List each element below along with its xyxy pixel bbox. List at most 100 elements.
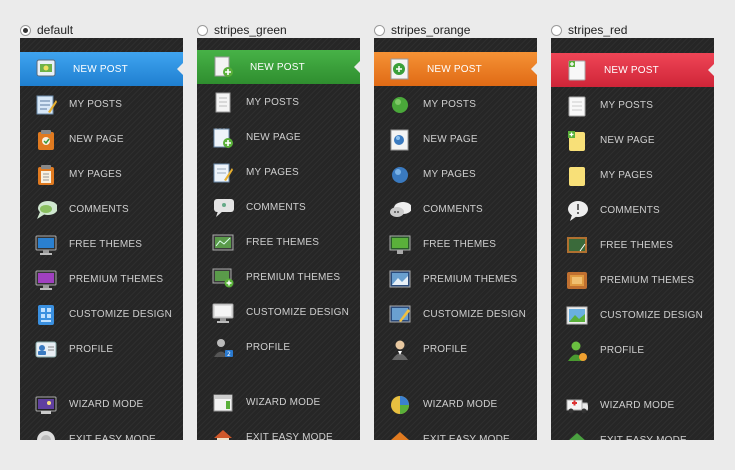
alert-bubble-icon bbox=[566, 200, 588, 222]
theme-name: stripes_red bbox=[568, 23, 628, 37]
menu-item-new-post[interactable]: NEW POST bbox=[197, 50, 360, 84]
edit-screen-icon bbox=[389, 304, 411, 326]
speech-bubble-icon bbox=[212, 197, 234, 219]
landscape-frame-icon bbox=[566, 305, 588, 327]
radio-button[interactable] bbox=[197, 24, 208, 36]
exit-icon bbox=[35, 429, 57, 440]
menu-item-premium-themes[interactable]: PREMIUM THEMES bbox=[197, 260, 360, 295]
home-icon bbox=[566, 430, 588, 440]
menu-label: CUSTOMIZE DESIGN bbox=[69, 309, 173, 320]
menu-item-exit-easy-mode[interactable]: EXIT EASY MODE bbox=[197, 420, 360, 440]
menu-item-my-pages[interactable]: MY PAGES bbox=[20, 157, 183, 192]
theme-option-default[interactable]: default bbox=[20, 21, 73, 39]
menu-item-comments[interactable]: COMMENTS bbox=[551, 193, 714, 228]
menu-label: WIZARD MODE bbox=[423, 399, 498, 410]
home-icon bbox=[212, 427, 234, 440]
menu-item-premium-themes[interactable]: PREMIUM THEMES bbox=[374, 262, 537, 297]
menu-item-free-themes[interactable]: FREE THEMES bbox=[551, 228, 714, 263]
menu-label: NEW PAGE bbox=[423, 134, 478, 145]
document-icon bbox=[212, 92, 234, 114]
theme-name: default bbox=[37, 23, 74, 37]
radio-button[interactable] bbox=[374, 24, 385, 36]
menu-item-comments[interactable]: COMMENTS bbox=[197, 190, 360, 225]
menu-item-new-post[interactable]: NEW POST bbox=[20, 52, 183, 86]
menu-item-my-posts[interactable]: MY POSTS bbox=[20, 87, 183, 122]
svg-text:2: 2 bbox=[227, 351, 231, 358]
menu-item-profile[interactable]: PROFILE bbox=[20, 332, 183, 367]
menu-label: FREE THEMES bbox=[600, 240, 674, 251]
menu-item-my-posts[interactable]: MY POSTS bbox=[551, 88, 714, 123]
edit-posts-icon bbox=[35, 94, 57, 116]
menu-item-wizard-mode[interactable]: WIZARD MODE bbox=[20, 387, 183, 422]
menu-label: MY POSTS bbox=[246, 97, 300, 108]
menu-item-premium-themes[interactable]: PREMIUM THEMES bbox=[551, 263, 714, 298]
menu-label: PROFILE bbox=[246, 342, 291, 353]
menu-item-my-posts[interactable]: MY POSTS bbox=[374, 87, 537, 122]
menu-item-free-themes[interactable]: FREE THEMES bbox=[197, 225, 360, 260]
menu-item-customize-design[interactable]: CUSTOMIZE DESIGN bbox=[374, 297, 537, 332]
menu-label: PREMIUM THEMES bbox=[423, 274, 518, 285]
menu-item-profile[interactable]: PROFILE bbox=[551, 333, 714, 368]
menu-label: PREMIUM THEMES bbox=[600, 275, 695, 286]
theme-name: stripes_orange bbox=[391, 23, 471, 37]
menu-item-exit-easy-mode[interactable]: EXIT EASY MODE bbox=[374, 422, 537, 440]
menu-item-new-page[interactable]: NEW PAGE bbox=[20, 122, 183, 157]
radio-button[interactable] bbox=[551, 24, 562, 36]
sidebar-preview: NEW POST MY POSTS NEW PAGE MY PAGES COMM… bbox=[20, 38, 183, 440]
menu-item-new-page[interactable]: NEW PAGE bbox=[374, 122, 537, 157]
menu-item-my-pages[interactable]: MY PAGES bbox=[374, 157, 537, 192]
theme-stripes-orange: stripes_orange NEW POST MY POSTS NEW PAG… bbox=[374, 0, 537, 470]
menu-label: NEW PAGE bbox=[600, 135, 655, 146]
menu-item-comments[interactable]: COMMENTS bbox=[20, 192, 183, 227]
speech-bubble-icon bbox=[35, 199, 57, 221]
document-icon bbox=[566, 95, 588, 117]
menu-label: PREMIUM THEMES bbox=[69, 274, 164, 285]
theme-default: default NEW POST MY POSTS NEW PAGE MY PA… bbox=[20, 0, 183, 470]
theme-stripes-green: stripes_green NEW POST MY POSTS NEW PAGE… bbox=[197, 0, 360, 470]
menu-label: NEW POST bbox=[427, 63, 482, 75]
menu-label: NEW POST bbox=[73, 63, 128, 75]
add-document-icon bbox=[212, 56, 234, 78]
menu-item-my-posts[interactable]: MY POSTS bbox=[197, 85, 360, 120]
menu-item-exit-easy-mode[interactable]: EXIT EASY MODE bbox=[20, 422, 183, 440]
menu-item-free-themes[interactable]: FREE THEMES bbox=[20, 227, 183, 262]
menu-item-customize-design[interactable]: CUSTOMIZE DESIGN bbox=[197, 295, 360, 330]
menu-item-new-post[interactable]: NEW POST bbox=[374, 52, 537, 86]
menu-item-wizard-mode[interactable]: WIZARD MODE bbox=[551, 388, 714, 423]
menu-item-profile[interactable]: 2 PROFILE bbox=[197, 330, 360, 365]
user-icon bbox=[389, 339, 411, 361]
menu-item-new-page[interactable]: NEW PAGE bbox=[197, 120, 360, 155]
menu-label: FREE THEMES bbox=[423, 239, 497, 250]
menu-item-my-pages[interactable]: MY PAGES bbox=[551, 158, 714, 193]
menu-item-wizard-mode[interactable]: WIZARD MODE bbox=[374, 387, 537, 422]
menu-item-customize-design[interactable]: CUSTOMIZE DESIGN bbox=[551, 298, 714, 333]
notepad-icon bbox=[212, 162, 234, 184]
note-icon bbox=[566, 165, 588, 187]
menu-item-new-page[interactable]: NEW PAGE bbox=[551, 123, 714, 158]
theme-option-stripes-green[interactable]: stripes_green bbox=[197, 21, 287, 39]
menu-label: MY PAGES bbox=[246, 167, 299, 178]
menu-label: EXIT EASY MODE bbox=[600, 435, 687, 440]
menu-label: NEW POST bbox=[250, 61, 305, 73]
menu-item-customize-design[interactable]: CUSTOMIZE DESIGN bbox=[20, 297, 183, 332]
menu-label: CUSTOMIZE DESIGN bbox=[423, 309, 527, 320]
add-screen-icon bbox=[212, 267, 234, 289]
menu-label: WIZARD MODE bbox=[600, 400, 675, 411]
menu-item-comments[interactable]: COMMENTS bbox=[374, 192, 537, 227]
menu-item-free-themes[interactable]: FREE THEMES bbox=[374, 227, 537, 262]
menu-item-profile[interactable]: PROFILE bbox=[374, 332, 537, 367]
menu-label: COMMENTS bbox=[246, 202, 306, 213]
menu-item-wizard-mode[interactable]: WIZARD MODE bbox=[197, 385, 360, 420]
theme-option-stripes-red[interactable]: stripes_red bbox=[551, 21, 627, 39]
radio-button[interactable] bbox=[20, 24, 31, 36]
globe-add-icon bbox=[389, 58, 411, 80]
menu-item-exit-easy-mode[interactable]: EXIT EASY MODE bbox=[551, 423, 714, 440]
theme-option-stripes-orange[interactable]: stripes_orange bbox=[374, 21, 470, 39]
menu-item-new-post[interactable]: NEW POST bbox=[551, 53, 714, 87]
photo-screen-icon bbox=[389, 269, 411, 291]
menu-item-my-pages[interactable]: MY PAGES bbox=[197, 155, 360, 190]
chat-bubbles-icon bbox=[389, 199, 411, 221]
menu-label: NEW PAGE bbox=[69, 134, 124, 145]
menu-item-premium-themes[interactable]: PREMIUM THEMES bbox=[20, 262, 183, 297]
add-note-icon bbox=[566, 130, 588, 152]
